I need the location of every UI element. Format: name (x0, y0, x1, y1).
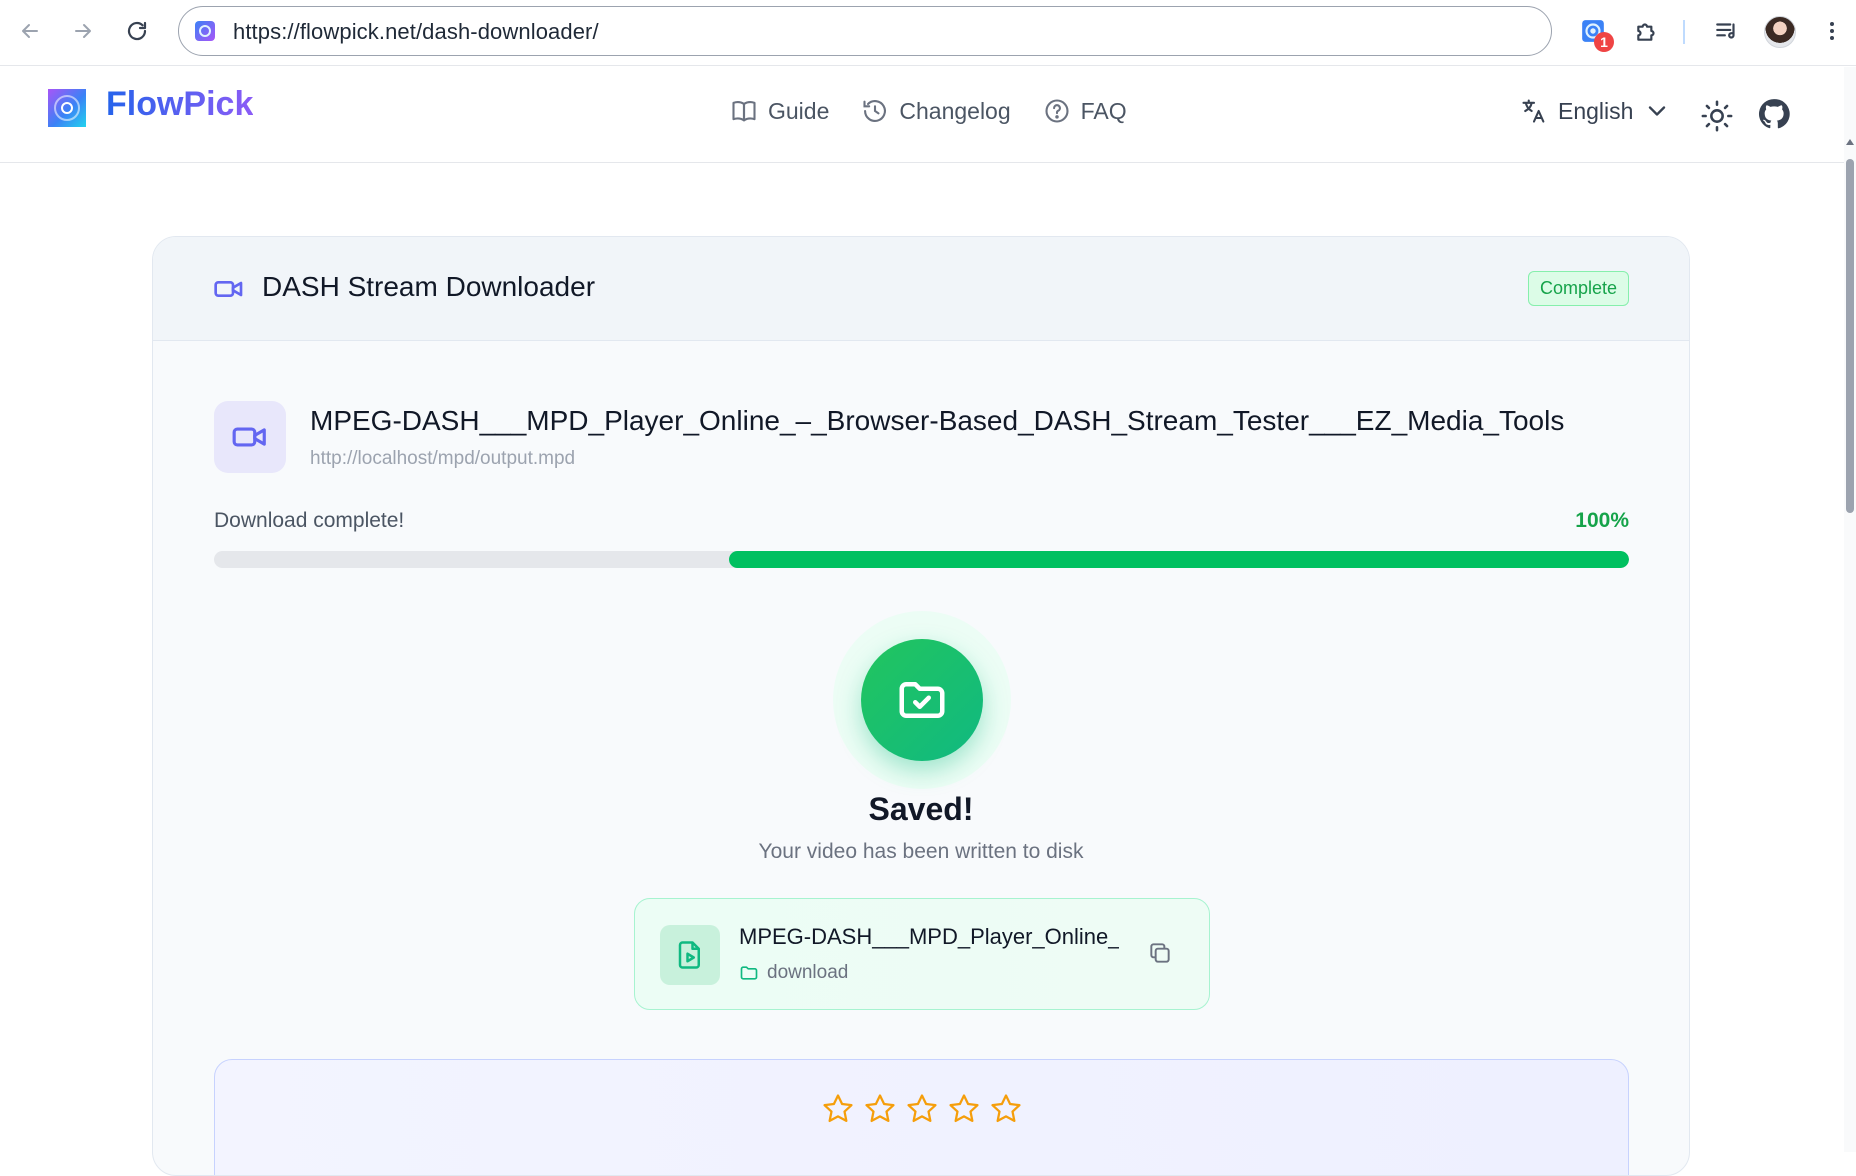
forward-button[interactable] (65, 13, 101, 49)
arrow-left-icon (22, 24, 38, 38)
toolbar-divider (1683, 20, 1685, 44)
back-button[interactable] (12, 13, 48, 49)
flowpick-logo-icon[interactable] (48, 89, 86, 127)
scroll-up-arrow-icon[interactable] (1846, 139, 1854, 145)
theme-toggle-button[interactable] (1700, 99, 1734, 133)
star-rating[interactable] (215, 1092, 1628, 1126)
file-thumbnail (214, 401, 286, 473)
file-video-icon (660, 925, 720, 985)
browser-toolbar: https://flowpick.net/dash-downloader/ 1 (0, 0, 1856, 66)
book-icon (732, 101, 756, 122)
extension-badge: 1 (1594, 32, 1614, 52)
progress-bar (214, 551, 1629, 568)
reading-list-button[interactable] (1710, 14, 1744, 48)
saved-subtitle: Your video has been written to disk (758, 840, 1084, 863)
star-icon[interactable] (905, 1092, 939, 1126)
url-text[interactable]: https://flowpick.net/dash-downloader/ (233, 19, 599, 45)
card-header: DASH Stream Downloader Complete (153, 237, 1689, 341)
copy-icon (1150, 943, 1170, 963)
star-icon[interactable] (989, 1092, 1023, 1126)
history-icon (863, 100, 887, 122)
nav-label: Changelog (899, 97, 1011, 124)
star-icon[interactable] (821, 1092, 855, 1126)
nav-changelog[interactable]: Changelog (861, 97, 1011, 125)
saved-status-circle (861, 639, 983, 761)
logo-text[interactable]: FlowPick (106, 85, 253, 124)
sun-icon (1701, 100, 1733, 132)
file-title: MPEG-DASH___MPD_Player_Online_–_Browser-… (310, 405, 1565, 436)
puzzle-icon (1637, 23, 1655, 41)
site-header: FlowPick Guide Changelog FAQ English (0, 67, 1850, 163)
star-icon[interactable] (947, 1092, 981, 1126)
chevron-down-icon (1649, 106, 1666, 116)
profile-avatar[interactable] (1764, 16, 1796, 48)
reload-icon (127, 21, 147, 41)
folder-check-icon (899, 682, 945, 718)
address-bar[interactable]: https://flowpick.net/dash-downloader/ (178, 6, 1552, 56)
copy-button[interactable] (1145, 938, 1175, 968)
rating-panel (214, 1059, 1629, 1175)
saved-file-name: MPEG-DASH___MPD_Player_Online_–... (739, 924, 1119, 949)
playlist-icon (1716, 23, 1735, 39)
github-icon (1758, 99, 1790, 129)
page-scrollbar[interactable] (1844, 67, 1856, 1152)
reload-button[interactable] (119, 13, 155, 49)
site-favicon-icon (195, 21, 215, 41)
saved-title: Saved! (868, 791, 974, 827)
saved-file-box: MPEG-DASH___MPD_Player_Online_–... downl… (634, 898, 1210, 1010)
progress-percent: 100% (1575, 509, 1629, 532)
folder-name: download (767, 962, 849, 983)
video-camera-icon (232, 427, 266, 447)
nav-label: FAQ (1080, 97, 1127, 124)
nav-label: Guide (768, 97, 830, 124)
nav-guide[interactable]: Guide (730, 97, 829, 125)
status-badge: Complete (1527, 271, 1629, 306)
github-link[interactable] (1757, 97, 1791, 131)
file-url: http://localhost/mpd/output.mpd (310, 448, 576, 469)
downloader-card: DASH Stream Downloader Complete MPEG-DAS… (152, 236, 1690, 1176)
browser-menu-button[interactable] (1815, 14, 1849, 48)
folder-icon (740, 966, 758, 980)
card-title: DASH Stream Downloader (262, 271, 596, 302)
language-selector[interactable]: English (1520, 97, 1671, 125)
star-icon[interactable] (863, 1092, 897, 1126)
progress-label: Download complete! (214, 509, 405, 532)
main-nav: Guide Changelog FAQ (730, 97, 1127, 125)
progress-fill (729, 551, 1629, 568)
translate-icon (1522, 99, 1545, 123)
arrow-right-icon (75, 24, 91, 38)
saved-file-folder: download (739, 962, 848, 984)
extension-button[interactable]: 1 (1576, 14, 1614, 52)
nav-faq[interactable]: FAQ (1043, 97, 1127, 125)
video-camera-icon (214, 281, 243, 297)
language-label: English (1558, 97, 1634, 124)
extensions-menu-button[interactable] (1630, 14, 1664, 48)
more-vertical-icon (1830, 22, 1834, 40)
help-circle-icon (1045, 99, 1069, 123)
scrollbar-thumb[interactable] (1846, 159, 1854, 513)
